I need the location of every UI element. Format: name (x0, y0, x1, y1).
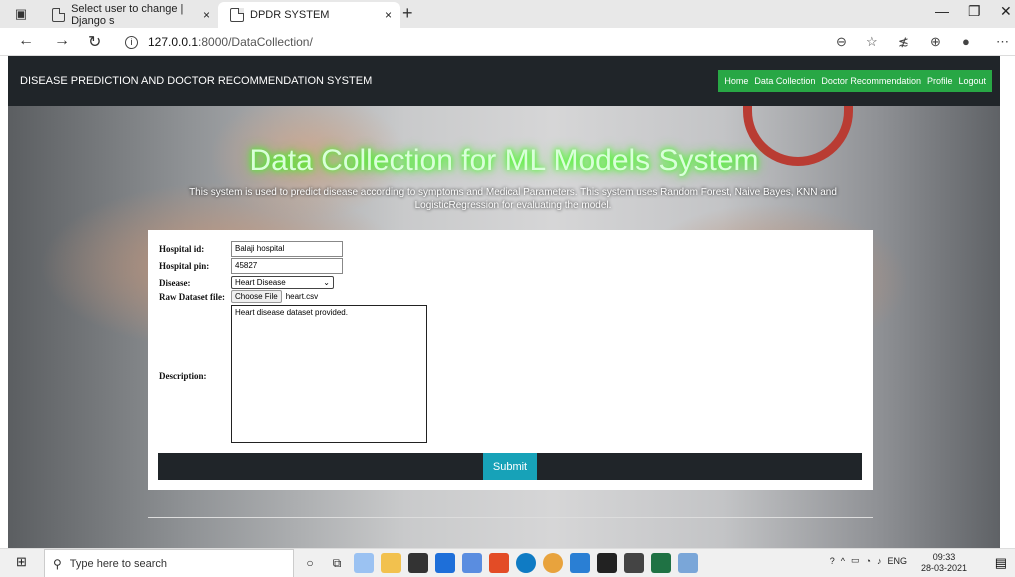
tab-title: Select user to change | Django s (71, 3, 184, 27)
infinity-app-icon[interactable] (462, 553, 482, 573)
profile-icon[interactable]: ● (962, 34, 970, 49)
clock-date: 28-03-2021 (920, 563, 967, 573)
collections-icon[interactable]: ⊕ (930, 34, 941, 50)
hospital-id-label: Hospital id: (159, 244, 205, 254)
cortana-icon[interactable]: ○ (300, 553, 320, 573)
zoom-icon[interactable]: ⊖ (836, 34, 847, 50)
monitor-app-icon[interactable] (624, 553, 644, 573)
submit-bar: Submit (158, 453, 862, 480)
disease-select[interactable]: Heart Disease ⌄ (231, 276, 334, 289)
new-tab-button[interactable]: + (402, 3, 413, 24)
close-tab-icon[interactable]: × (203, 8, 210, 22)
start-icon[interactable]: ⊞ (16, 554, 27, 570)
nav-doctor-recommendation[interactable]: Doctor Recommendation (818, 76, 924, 86)
divider (148, 517, 873, 518)
hospital-id-row: Hospital id: Balaji hospital (159, 241, 343, 257)
taskbar-search[interactable]: ⚲ Type here to search (44, 549, 294, 577)
file-name: heart.csv (285, 292, 319, 301)
submit-button[interactable]: Submit (483, 453, 537, 480)
language-indicator[interactable]: ENG (887, 556, 907, 566)
tab-strip: ▣ Select user to change | Django s × DPD… (0, 0, 1015, 28)
address-bar[interactable]: i 127.0.0.1:8000/DataCollection/ (125, 35, 313, 49)
search-icon: ⚲ (53, 556, 62, 571)
disease-selected-value: Heart Disease (235, 278, 286, 287)
pinned-apps: ○ ⧉ (300, 553, 698, 573)
hospital-pin-row: Hospital pin: 45827 (159, 258, 343, 274)
raw-dataset-label: Raw Dataset file: (159, 291, 225, 302)
tab-django[interactable]: Select user to change | Django s × (40, 2, 218, 28)
choose-file-button[interactable]: Choose File (231, 290, 282, 303)
office-icon[interactable] (489, 553, 509, 573)
tab-dpdr[interactable]: DPDR SYSTEM × (218, 2, 400, 28)
refresh-icon[interactable]: ↻ (88, 32, 101, 52)
chevron-up-icon[interactable]: ^ (841, 556, 845, 566)
site-info-icon[interactable]: i (125, 35, 138, 49)
favorites-list-icon[interactable]: ≴ (898, 34, 909, 50)
disease-row: Disease: Heart Disease ⌄ (159, 276, 334, 289)
page-subtitle: This system is used to predict disease a… (189, 187, 837, 211)
help-icon[interactable]: ? (830, 556, 835, 566)
description-label: Description: (159, 371, 207, 381)
chrome-icon[interactable] (543, 553, 563, 573)
nav-logout[interactable]: Logout (955, 76, 989, 86)
mail-icon[interactable] (435, 553, 455, 573)
forward-icon[interactable]: → (54, 32, 70, 50)
terminal-icon[interactable] (597, 553, 617, 573)
hospital-id-input[interactable]: Balaji hospital (231, 241, 343, 257)
vscode-icon[interactable] (570, 553, 590, 573)
weather-icon[interactable] (354, 553, 374, 573)
nav-data-collection[interactable]: Data Collection (751, 76, 818, 86)
back-icon[interactable]: ← (18, 32, 34, 50)
clock[interactable]: 09:33 28-03-2021 (921, 552, 967, 574)
notifications-icon[interactable]: ▤ (995, 555, 1007, 571)
nav-home[interactable]: Home (721, 76, 751, 86)
restore-icon[interactable]: ❐ (968, 3, 981, 20)
more-icon[interactable]: ⋯ (996, 34, 1009, 50)
hospital-pin-label: Hospital pin: (159, 261, 210, 271)
wifi-icon[interactable]: ◔ (866, 556, 871, 566)
store-icon[interactable] (408, 553, 428, 573)
nav-profile[interactable]: Profile (924, 76, 956, 86)
windows-taskbar: ⊞ ⚲ Type here to search ○ ⧉ ? ^ ▭ ◔ ♪ EN… (0, 548, 1015, 577)
hospital-pin-input[interactable]: 45827 (231, 258, 343, 274)
page-icon (230, 8, 244, 22)
close-tab-icon[interactable]: × (385, 8, 392, 22)
task-view-icon[interactable]: ⧉ (327, 553, 347, 573)
notepad-icon[interactable] (678, 553, 698, 573)
clock-time: 09:33 (932, 552, 956, 562)
page-title: Data Collection for ML Models System (249, 144, 759, 177)
close-window-icon[interactable]: ✕ (1000, 3, 1012, 20)
description-row: Description: (159, 371, 231, 381)
site-navbar: DISEASE PREDICTION AND DOCTOR RECOMMENDA… (8, 56, 1000, 106)
description-textarea[interactable]: Heart disease dataset provided. (231, 305, 427, 443)
url-path: :8000/DataCollection/ (198, 35, 313, 49)
nav-menu: Home Data Collection Doctor Recommendati… (718, 70, 992, 92)
brand-title[interactable]: DISEASE PREDICTION AND DOCTOR RECOMMENDA… (20, 75, 372, 87)
battery-icon[interactable]: ▭ (851, 555, 860, 566)
minimize-icon[interactable]: — (935, 3, 949, 19)
tab-actions-icon[interactable]: ▣ (10, 4, 32, 24)
file-explorer-icon[interactable] (381, 553, 401, 573)
raw-dataset-row: Raw Dataset file: Choose File heart.csv (159, 290, 318, 303)
volume-icon[interactable]: ♪ (877, 556, 882, 566)
favorite-icon[interactable]: ☆ (866, 34, 878, 50)
search-placeholder: Type here to search (69, 557, 168, 570)
chevron-down-icon: ⌄ (323, 278, 330, 287)
edge-icon[interactable] (516, 553, 536, 573)
excel-icon[interactable] (651, 553, 671, 573)
tab-title: DPDR SYSTEM (250, 9, 330, 21)
data-collection-form: Hospital id: Balaji hospital Hospital pi… (148, 230, 873, 490)
browser-window: ▣ Select user to change | Django s × DPD… (0, 0, 1015, 577)
page-icon (52, 8, 66, 22)
url-domain: 127.0.0.1 (148, 35, 199, 49)
address-bar-row: ← → ↻ i 127.0.0.1:8000/DataCollection/ ⊖… (0, 28, 1015, 56)
disease-label: Disease: (159, 277, 191, 288)
